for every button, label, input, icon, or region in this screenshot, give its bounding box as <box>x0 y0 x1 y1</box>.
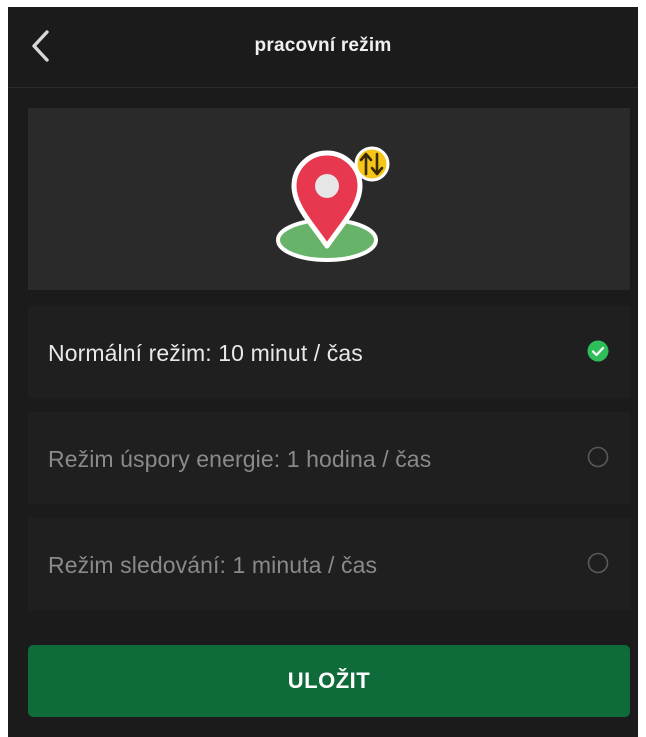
page-title: pracovní režim <box>254 35 392 56</box>
mode-option-label: Režim sledování: 1 minuta / čas <box>48 552 378 578</box>
mode-option-power-saving[interactable]: Režim úspory energie: 1 hodina / čas <box>28 412 630 504</box>
mode-option-tracking[interactable]: Režim sledování: 1 minuta / čas <box>28 518 630 610</box>
radio-empty-icon[interactable] <box>587 446 609 468</box>
mode-option-label: Režim úspory energie: 1 hodina / čas <box>48 446 432 472</box>
top-bar: pracovní režim <box>8 7 638 88</box>
mode-banner <box>28 108 630 290</box>
location-pin-updown-icon <box>272 136 398 264</box>
mode-option-normal[interactable]: Normální režim: 10 minut / čas <box>28 306 630 398</box>
check-circle-icon[interactable] <box>587 340 609 362</box>
work-mode-screen: pracovní režim Normální režim: 10 minut … <box>8 7 638 737</box>
mode-option-label: Normální režim: 10 minut / čas <box>48 340 363 366</box>
save-button[interactable]: ULOŽIT <box>28 645 630 717</box>
radio-empty-icon[interactable] <box>587 552 609 574</box>
